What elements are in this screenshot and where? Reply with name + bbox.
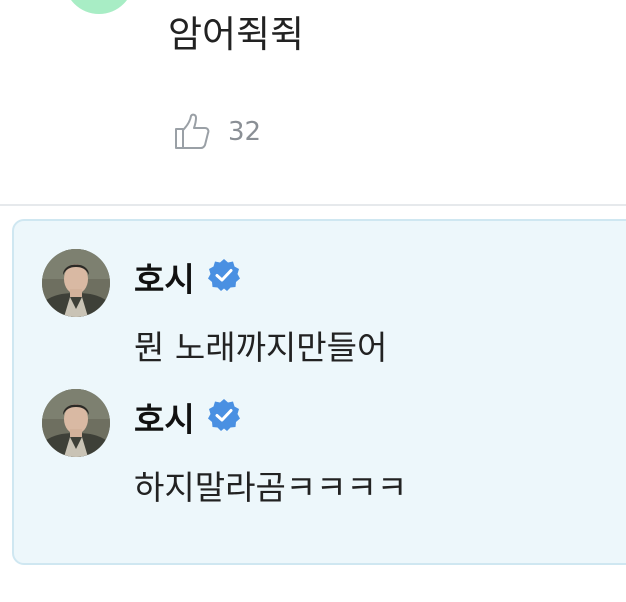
commenter-avatar[interactable] bbox=[64, 0, 134, 14]
like-count: 32 bbox=[228, 117, 262, 147]
artist-avatar[interactable] bbox=[42, 389, 110, 457]
artist-name[interactable]: 호시 bbox=[134, 393, 195, 441]
verified-badge-icon bbox=[207, 258, 241, 296]
comment-thread: 암어쥑쥑 32 호시 뭔 노래까지만들어 호시 하지말라곰ㅋㅋㅋㅋ bbox=[0, 0, 626, 602]
divider bbox=[0, 204, 626, 206]
like-button[interactable]: 32 bbox=[172, 112, 261, 152]
artist-reply-text: 하지말라곰ㅋㅋㅋㅋ bbox=[134, 468, 408, 507]
artist-reply-text: 뭔 노래까지만들어 bbox=[134, 328, 388, 367]
fan-comment: 암어쥑쥑 32 bbox=[0, 0, 626, 206]
artist-avatar[interactable] bbox=[42, 249, 110, 317]
thumbs-up-icon bbox=[172, 112, 212, 152]
artist-name-row: 호시 bbox=[134, 393, 241, 441]
artist-name[interactable]: 호시 bbox=[134, 253, 195, 301]
verified-badge-icon bbox=[207, 398, 241, 436]
comment-text: 암어쥑쥑 bbox=[168, 13, 305, 56]
artist-name-row: 호시 bbox=[134, 253, 241, 301]
artist-reply-box: 호시 뭔 노래까지만들어 호시 하지말라곰ㅋㅋㅋㅋ bbox=[12, 219, 626, 565]
